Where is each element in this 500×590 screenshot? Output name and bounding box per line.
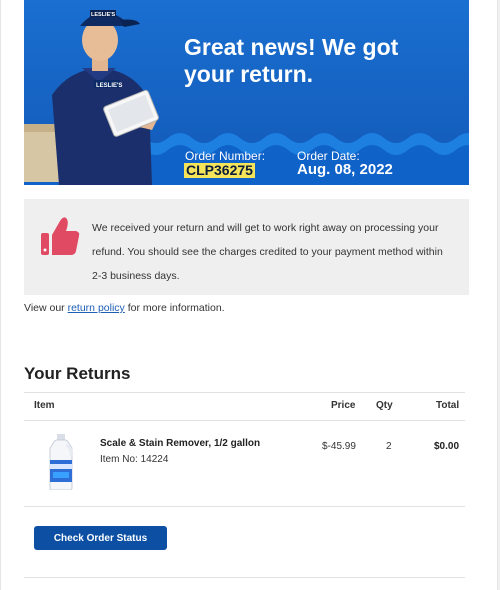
returns-section-title: Your Returns [24, 364, 131, 383]
hero-title: Great news! We got your return. [184, 34, 399, 87]
divider [24, 392, 465, 393]
order-number-value: CLP36275 [184, 162, 255, 178]
product-qty: 2 [386, 441, 392, 452]
column-header-qty: Qty [376, 400, 393, 411]
divider [24, 506, 465, 507]
return-info-box: We received your return and will get to … [24, 199, 469, 295]
product-item-number: Item No: 14224 [100, 454, 169, 465]
policy-suffix: for more information. [127, 302, 225, 314]
check-order-status-button[interactable]: Check Order Status [34, 526, 167, 550]
svg-text:LESLIE'S: LESLIE'S [91, 12, 116, 18]
policy-prefix: View our [24, 302, 65, 314]
svg-text:LESLIE'S: LESLIE'S [96, 83, 122, 89]
column-header-total: Total [436, 400, 460, 411]
return-info-message: We received your return and will get to … [92, 222, 443, 282]
return-policy-link[interactable]: return policy [68, 302, 125, 314]
order-date-value: Aug. 08, 2022 [297, 161, 393, 178]
column-header-price: Price [331, 400, 356, 411]
return-policy-line: View our return policy for more informat… [24, 302, 225, 314]
divider [24, 420, 465, 421]
thumbs-up-icon [41, 217, 80, 255]
order-number-label: Order Number: [185, 149, 266, 163]
hero-banner: LESLIE'S LESLIE'S Great news! We got you… [24, 0, 469, 185]
product-name[interactable]: Scale & Stain Remover, 1/2 gallon [100, 438, 260, 449]
column-header-item: Item [34, 400, 55, 411]
product-total: $0.00 [434, 441, 460, 452]
product-price: $-45.99 [322, 441, 356, 452]
divider [24, 577, 465, 578]
delivery-person-image: LESLIE'S LESLIE'S [24, 10, 159, 185]
left-frame-border [0, 0, 1, 590]
product-image[interactable] [46, 434, 76, 490]
